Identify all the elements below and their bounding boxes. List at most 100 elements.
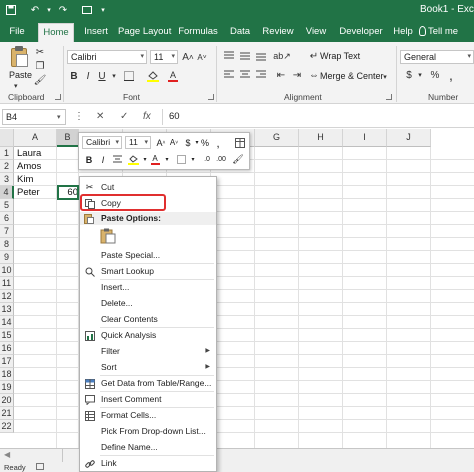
save-icon[interactable]: [4, 3, 18, 17]
mini-percent-icon[interactable]: %: [199, 136, 211, 149]
column-header-b[interactable]: B: [57, 129, 79, 147]
tab-insert[interactable]: Insert: [80, 23, 112, 42]
mini-italic-icon[interactable]: I: [97, 153, 109, 166]
row-header-10[interactable]: 10: [0, 264, 14, 277]
mini-font-color-dropdown-icon[interactable]: ▾: [161, 153, 173, 166]
formula-input[interactable]: 60: [162, 109, 474, 125]
alignment-launcher-icon[interactable]: [386, 94, 392, 100]
menu-item-get-data[interactable]: Get Data from Table/Range...: [80, 376, 216, 391]
row-header-9[interactable]: 9: [0, 251, 14, 264]
row-header-8[interactable]: 8: [0, 238, 14, 251]
cancel-icon[interactable]: ✕: [96, 111, 104, 122]
menu-item-define-name[interactable]: Define Name...: [80, 440, 216, 455]
insert-function-icon[interactable]: fx: [143, 111, 151, 122]
menu-item-filter[interactable]: Filter ▶: [80, 344, 216, 359]
decrease-font-icon[interactable]: A ˅: [196, 50, 208, 64]
undo-dropdown-icon[interactable]: ▾: [42, 3, 56, 17]
tab-data[interactable]: Data: [228, 23, 252, 42]
row-header-2[interactable]: 2: [0, 160, 14, 173]
currency-dropdown-icon[interactable]: ▾: [416, 69, 424, 81]
wrap-text-button[interactable]: Wrap Text: [320, 51, 360, 61]
macro-record-icon[interactable]: [36, 463, 44, 470]
currency-icon[interactable]: $: [402, 69, 416, 81]
select-all-corner[interactable]: [0, 129, 14, 147]
fill-color-icon[interactable]: [146, 69, 160, 83]
row-header-16[interactable]: 16: [0, 342, 14, 355]
mini-font-name-select[interactable]: Calibri ▾: [82, 136, 122, 149]
merge-center-button[interactable]: Merge & Center: [320, 71, 384, 81]
menu-item-insert[interactable]: Insert...: [80, 280, 216, 295]
bold-icon[interactable]: B: [68, 69, 80, 83]
align-right-icon[interactable]: [254, 69, 268, 81]
row-header-20[interactable]: 20: [0, 394, 14, 407]
tab-page-layout[interactable]: Page Layout: [118, 23, 171, 42]
mini-format-painter-icon[interactable]: 🖌: [232, 153, 244, 166]
customize-qat-icon[interactable]: ▾: [96, 3, 110, 17]
row-header-5[interactable]: 5: [0, 199, 14, 212]
menu-item-insert-comment[interactable]: Insert Comment: [80, 392, 216, 407]
align-center-icon[interactable]: [238, 69, 252, 81]
mini-decrease-decimal-icon[interactable]: .0: [201, 153, 213, 166]
column-header-i[interactable]: I: [343, 129, 387, 147]
menu-item-quick-analysis[interactable]: Quick Analysis: [80, 328, 216, 343]
mini-decrease-font-icon[interactable]: A ˅: [168, 136, 180, 149]
cell-a1[interactable]: Laura: [15, 147, 41, 160]
row-header-13[interactable]: 13: [0, 303, 14, 316]
mini-format-table-icon[interactable]: [234, 136, 246, 149]
paste-button[interactable]: [8, 46, 30, 68]
tab-review[interactable]: Review: [260, 23, 296, 42]
enter-icon[interactable]: ✓: [120, 111, 128, 122]
column-header-a[interactable]: A: [14, 129, 57, 147]
format-painter-icon[interactable]: 🖌: [34, 74, 47, 86]
underline-icon[interactable]: U: [96, 69, 108, 83]
font-color-icon[interactable]: A: [166, 69, 180, 83]
tell-me-search[interactable]: Tell me: [428, 26, 458, 37]
form-icon[interactable]: [80, 3, 94, 17]
row-header-12[interactable]: 12: [0, 290, 14, 303]
merge-dropdown-icon[interactable]: ▾: [381, 71, 389, 83]
align-bottom-icon[interactable]: [254, 50, 268, 62]
column-header-g[interactable]: G: [255, 129, 299, 147]
menu-item-link[interactable]: Link: [80, 456, 216, 471]
column-header-h[interactable]: H: [299, 129, 343, 147]
tab-view[interactable]: View: [302, 23, 330, 42]
sheet-tab[interactable]: [62, 449, 76, 462]
menu-item-smart-lookup[interactable]: Smart Lookup: [80, 264, 216, 279]
menu-item-pick-from-list[interactable]: Pick From Drop-down List...: [80, 424, 216, 439]
mini-borders-icon[interactable]: [175, 153, 187, 166]
mini-comma-icon[interactable]: ,: [212, 136, 224, 150]
row-header-4[interactable]: 4: [0, 186, 14, 199]
tab-file[interactable]: File: [4, 23, 30, 42]
menu-item-format-cells[interactable]: Format Cells...: [80, 408, 216, 423]
menu-item-cut[interactable]: ✂ Cut: [80, 180, 216, 195]
row-header-17[interactable]: 17: [0, 355, 14, 368]
comma-style-icon[interactable]: ,: [444, 67, 458, 83]
mini-font-color-icon[interactable]: A: [149, 153, 161, 166]
menu-item-clear-contents[interactable]: Clear Contents: [80, 312, 216, 327]
cell-a4[interactable]: Peter: [15, 186, 40, 199]
row-header-7[interactable]: 7: [0, 225, 14, 238]
clipboard-launcher-icon[interactable]: [55, 94, 61, 100]
row-header-22[interactable]: 22: [0, 420, 14, 433]
tab-formulas[interactable]: Formulas: [176, 23, 220, 42]
undo-icon[interactable]: ↶: [28, 3, 42, 17]
mini-bold-icon[interactable]: B: [83, 153, 95, 166]
underline-dropdown-icon[interactable]: ▾: [110, 69, 118, 83]
mini-borders-dropdown-icon[interactable]: ▾: [187, 153, 199, 166]
mini-fill-color-icon[interactable]: [127, 153, 139, 166]
font-size-select[interactable]: 11 ▾: [150, 50, 178, 64]
borders-icon[interactable]: [122, 69, 136, 83]
row-header-21[interactable]: 21: [0, 407, 14, 420]
align-left-icon[interactable]: [222, 69, 236, 81]
mini-increase-decimal-icon[interactable]: .00: [215, 153, 227, 166]
menu-item-sort[interactable]: Sort ▶: [80, 360, 216, 375]
italic-icon[interactable]: I: [82, 69, 94, 83]
menu-item-paste-special[interactable]: Paste Special...: [80, 248, 216, 263]
increase-font-icon[interactable]: A ˄: [182, 50, 194, 64]
scroll-left-icon[interactable]: ◀: [4, 450, 10, 459]
font-name-select[interactable]: Calibri ▾: [67, 50, 147, 64]
row-header-19[interactable]: 19: [0, 381, 14, 394]
row-header-18[interactable]: 18: [0, 368, 14, 381]
name-box-dropdown-icon[interactable]: ▾: [57, 113, 61, 121]
font-launcher-icon[interactable]: [208, 94, 214, 100]
